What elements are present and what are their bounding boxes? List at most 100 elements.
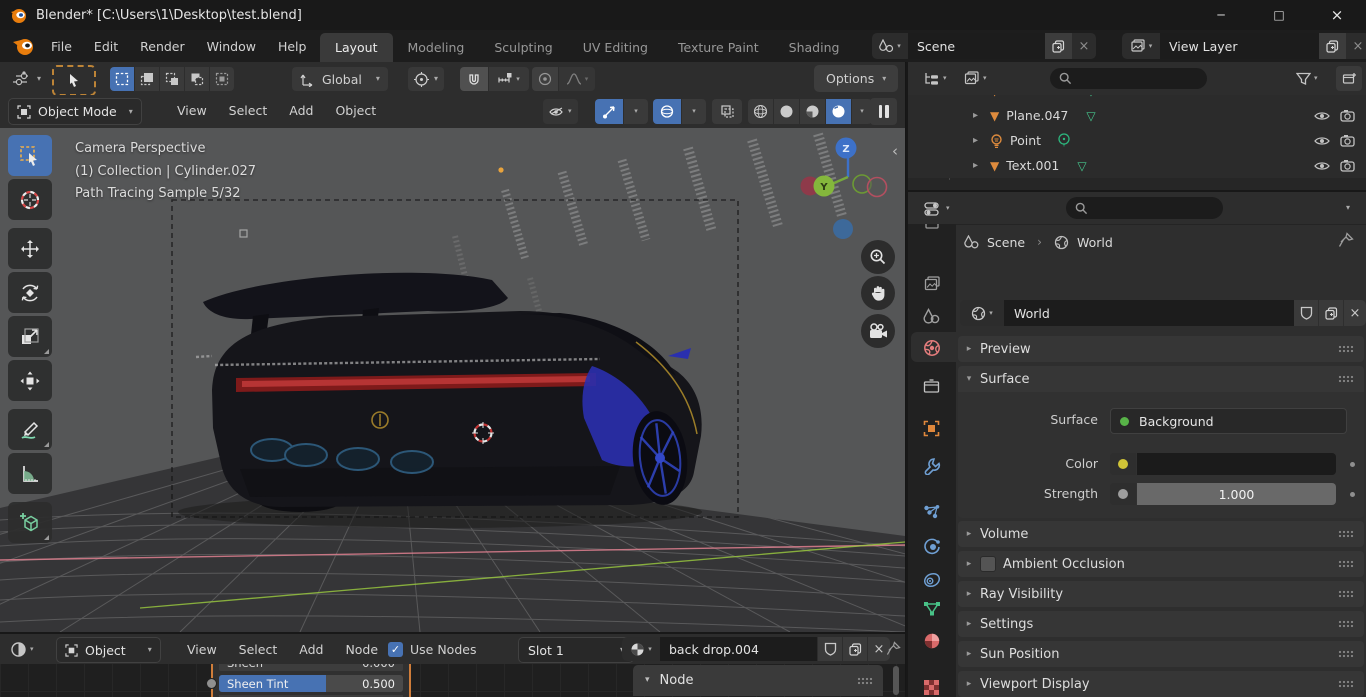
tool-rotate[interactable]	[8, 272, 52, 313]
tab-texture-properties[interactable]	[923, 679, 940, 696]
breadcrumb-world[interactable]: World	[1077, 235, 1113, 250]
checkbox-box[interactable]: ✓	[388, 642, 403, 657]
view-layer-name-field[interactable]: View Layer	[1160, 33, 1319, 59]
panel-viewport-display[interactable]: ▸Viewport Display	[958, 671, 1364, 697]
panel-sun-position[interactable]: ▸Sun Position	[958, 641, 1364, 667]
select-subtract-button[interactable]	[160, 67, 184, 91]
menu-render[interactable]: Render	[129, 39, 196, 54]
properties-filter-dropdown[interactable]: ▾	[1336, 197, 1360, 219]
viewport-canvas[interactable]: Y Z Camera Perspective (1) Collection | …	[0, 128, 905, 632]
strength-field[interactable]: 1.000	[1110, 483, 1336, 505]
color-field[interactable]	[1110, 453, 1336, 475]
panel-ambient-occlusion[interactable]: ▸ Ambient Occlusion	[958, 551, 1364, 577]
gizmo-dropdown[interactable]: ▾	[624, 99, 648, 124]
color-socket-button[interactable]	[1110, 453, 1136, 475]
strength-animate-dot[interactable]	[1350, 492, 1355, 497]
panel-drag-dots[interactable]	[1338, 560, 1354, 568]
shading-wireframe-button[interactable]	[748, 99, 773, 124]
tab-animation[interactable]: Ani	[854, 33, 868, 62]
active-tool-button[interactable]	[52, 65, 96, 96]
viewport-menu-object[interactable]: Object	[324, 103, 387, 118]
shading-dropdown[interactable]: ▾	[852, 99, 872, 124]
panel-volume[interactable]: ▸Volume	[958, 521, 1364, 547]
outliner-row-point[interactable]: ▸ Point	[908, 128, 1366, 153]
view-layer-copy-button[interactable]	[1319, 33, 1346, 59]
viewport-menu-add[interactable]: Add	[278, 103, 324, 118]
scene-new-copy-button[interactable]	[1045, 33, 1072, 59]
menu-edit[interactable]: Edit	[83, 39, 129, 54]
hide-eye-toggle[interactable]	[1314, 110, 1330, 122]
show-overlays-toggle[interactable]	[653, 99, 681, 124]
pan-button[interactable]	[861, 276, 895, 310]
render-visibility-toggle[interactable]	[1340, 134, 1355, 147]
node-input-socket[interactable]	[206, 678, 217, 689]
tool-move[interactable]	[8, 228, 52, 269]
tab-world-properties[interactable]	[923, 339, 941, 357]
outliner-display-mode-dropdown[interactable]: ▾	[918, 66, 952, 91]
tool-transform[interactable]	[8, 360, 52, 401]
tool-measure[interactable]	[8, 453, 52, 494]
panel-drag-dots[interactable]	[1338, 375, 1354, 383]
color-animate-dot[interactable]	[1350, 462, 1355, 467]
shader-node[interactable]: Sheen0.000 Sheen Tint0.500	[211, 664, 411, 697]
mode-dropdown[interactable]: Object Mode ▾	[8, 98, 142, 125]
render-pause-button[interactable]	[870, 98, 897, 125]
menu-help[interactable]: Help	[267, 39, 318, 54]
fake-user-button[interactable]	[1294, 300, 1318, 326]
shader-menu-node[interactable]: Node	[334, 642, 389, 657]
panel-surface[interactable]: ▾Surface	[958, 366, 1364, 392]
breadcrumb-scene[interactable]: Scene	[987, 235, 1025, 250]
properties-display-dropdown[interactable]: ▾	[920, 196, 954, 221]
scene-unlink-button[interactable]: ×	[1072, 33, 1096, 59]
node-row-sheen[interactable]: Sheen0.000	[219, 664, 403, 671]
outliner-search-input[interactable]	[1050, 68, 1207, 89]
transform-orientation-dropdown[interactable]: Global ▾	[292, 67, 388, 91]
properties-search-input[interactable]	[1066, 197, 1223, 219]
material-copy-button[interactable]	[843, 637, 867, 661]
camera-view-button[interactable]	[861, 314, 895, 348]
view-layer-remove-button[interactable]: ×	[1346, 33, 1366, 59]
render-visibility-toggle[interactable]	[1340, 159, 1355, 172]
visibility-dropdown[interactable]: ▾	[543, 99, 578, 124]
select-invert-button[interactable]	[185, 67, 209, 91]
shader-editor-type-dropdown[interactable]: ▾	[6, 637, 38, 661]
tab-output-properties[interactable]	[924, 224, 940, 235]
close-button[interactable]: ×	[1308, 0, 1366, 30]
ao-checkbox[interactable]	[980, 556, 996, 572]
tool-add-cube[interactable]	[8, 502, 52, 543]
slot-dropdown[interactable]: Slot 1 ▾	[518, 637, 634, 663]
world-unlink-button[interactable]: ×	[1344, 300, 1366, 326]
strength-slider[interactable]: 1.000	[1137, 483, 1336, 505]
tab-modeling[interactable]: Modeling	[393, 33, 480, 62]
tab-scene-properties[interactable]	[923, 308, 940, 324]
shader-type-dropdown[interactable]: Object ▾	[56, 637, 161, 663]
options-dropdown[interactable]: Options ▾	[814, 65, 898, 92]
select-extend-button[interactable]	[135, 67, 159, 91]
tab-layout[interactable]: Layout	[320, 33, 393, 62]
select-set-button[interactable]	[110, 67, 134, 91]
hide-eye-toggle[interactable]	[1314, 135, 1330, 147]
shader-menu-view[interactable]: View	[176, 642, 228, 657]
panel-drag-dots[interactable]	[1338, 620, 1354, 628]
panel-ray-visibility[interactable]: ▸Ray Visibility	[958, 581, 1364, 607]
snap-to-dropdown[interactable]: ▾	[489, 67, 529, 91]
panel-drag-dots[interactable]	[857, 677, 873, 685]
surface-shader-dropdown[interactable]: Background	[1110, 408, 1347, 434]
render-visibility-toggle[interactable]	[1340, 109, 1355, 122]
show-gizmo-toggle[interactable]	[595, 99, 623, 124]
shading-material-button[interactable]	[800, 99, 825, 124]
tab-modifier-properties[interactable]	[923, 457, 941, 475]
panel-drag-dots[interactable]	[1338, 680, 1354, 688]
color-swatch[interactable]	[1137, 453, 1336, 475]
strength-socket-button[interactable]	[1110, 483, 1136, 505]
viewport-menu-view[interactable]: View	[166, 103, 218, 118]
material-name-field[interactable]: back drop.004	[660, 637, 817, 661]
outliner-row-plane047[interactable]: ▸ ▼ Plane.047 ▽	[908, 103, 1366, 128]
use-nodes-checkbox[interactable]: ✓ Use Nodes	[388, 637, 476, 661]
tab-data-properties[interactable]	[923, 601, 941, 617]
shader-scrollbar[interactable]	[893, 666, 899, 695]
shading-rendered-button[interactable]	[826, 99, 851, 124]
panel-settings[interactable]: ▸Settings	[958, 611, 1364, 637]
scene-browse-button[interactable]: ▾	[872, 33, 908, 59]
panel-drag-dots[interactable]	[1338, 590, 1354, 598]
